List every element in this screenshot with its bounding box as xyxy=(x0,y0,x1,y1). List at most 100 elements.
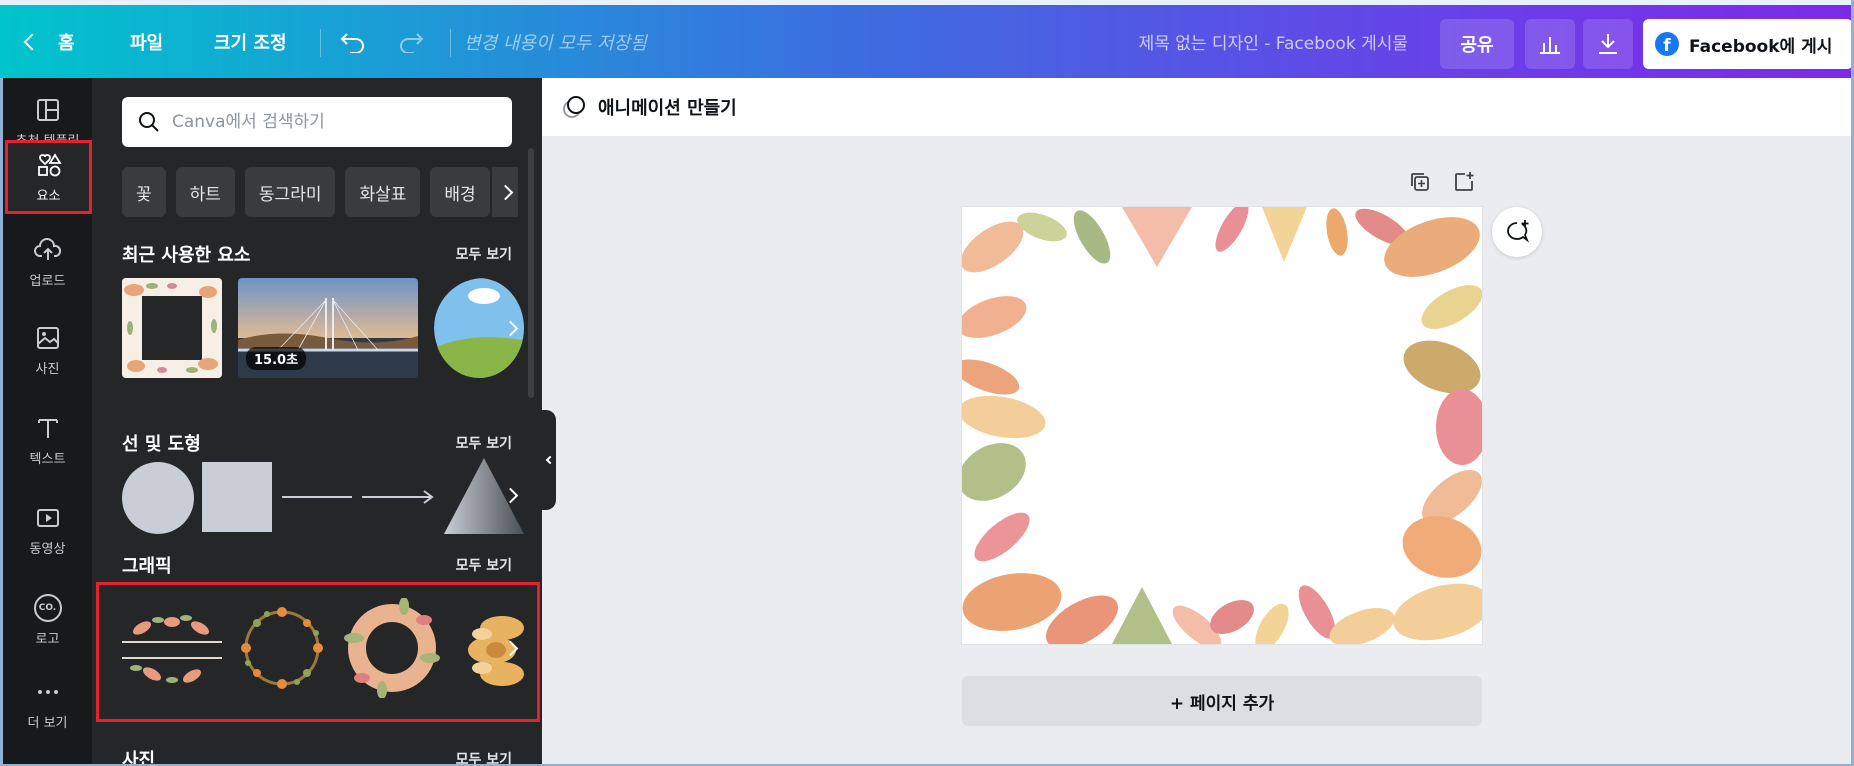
wreath-graphic xyxy=(241,607,323,689)
shapes-next-button[interactable] xyxy=(496,481,524,509)
duplicate-icon xyxy=(1411,173,1429,191)
shape-square[interactable] xyxy=(202,462,272,532)
collapse-panel-button[interactable] xyxy=(542,410,556,510)
rail-item-uploads[interactable]: 업로드 xyxy=(3,218,92,306)
chevron-left-icon xyxy=(545,455,555,465)
see-all-recent-link[interactable]: 모두 보기 xyxy=(456,244,512,264)
top-bar: 홈 파일 크기 조정 변경 내용이 모두 저장됨 제목 없는 디자인 - Fac… xyxy=(0,0,1854,78)
undo-button[interactable] xyxy=(340,5,366,78)
rail-item-more[interactable]: 더 보기 xyxy=(3,678,92,766)
section-title-recent: 최근 사용한 요소 xyxy=(122,245,251,266)
video-duration-badge: 15.0초 xyxy=(246,347,307,370)
resize-label: 크기 조정 xyxy=(214,32,287,54)
undo-icon xyxy=(340,32,364,53)
search-icon xyxy=(139,112,159,132)
chevron-right-icon xyxy=(502,640,518,656)
recent-video-thumbnail[interactable]: 15.0초 xyxy=(238,278,418,378)
redo-button[interactable] xyxy=(398,5,424,78)
graphics-next-button[interactable] xyxy=(496,634,524,662)
keyword-chips: 꽃 하트 동그라미 화살표 배경 나 xyxy=(122,167,512,217)
publish-facebook-button[interactable]: f Facebook에 게시 xyxy=(1643,19,1853,69)
chip[interactable]: 화살표 xyxy=(345,167,421,217)
leaf-frame-image xyxy=(122,278,222,378)
share-label: 공유 xyxy=(1460,35,1494,56)
file-menu-button[interactable]: 파일 xyxy=(130,5,163,78)
add-comment-button[interactable] xyxy=(1492,207,1542,257)
chevron-left-icon xyxy=(23,33,41,50)
search-box[interactable] xyxy=(122,97,512,147)
rail-item-elements[interactable]: 요소 xyxy=(5,140,92,214)
divider xyxy=(450,29,451,57)
rail-item-text[interactable]: 텍스트 xyxy=(3,396,92,484)
rail-label: 로고 xyxy=(35,631,60,647)
arrow-line-graphic xyxy=(362,490,434,504)
publish-label: Facebook에 게시 xyxy=(1689,36,1833,57)
template-icon xyxy=(36,98,59,121)
divider xyxy=(320,29,321,57)
rail-label: 더 보기 xyxy=(27,716,68,731)
chevron-right-icon xyxy=(492,178,518,206)
home-label: 홈 xyxy=(58,32,75,54)
redo-icon xyxy=(400,32,424,53)
rail-item-logos[interactable]: CO. 로고 xyxy=(3,576,92,664)
graphic-leaf-banner[interactable] xyxy=(122,598,222,698)
recent-frame-thumbnail[interactable] xyxy=(122,278,222,378)
file-label: 파일 xyxy=(130,32,164,54)
rail-item-photos[interactable]: 사진 xyxy=(3,306,92,394)
download-button[interactable] xyxy=(1583,19,1633,69)
animate-icon xyxy=(563,96,585,118)
share-button[interactable]: 공유 xyxy=(1440,19,1514,69)
add-page-button[interactable]: + 페이지 추가 xyxy=(962,676,1482,726)
rail-label: 동영상 xyxy=(29,541,66,557)
shape-arrow-line[interactable] xyxy=(362,486,434,508)
chevron-right-icon xyxy=(502,320,518,336)
chip[interactable]: 동그라미 xyxy=(244,167,336,217)
animate-toolbar: 애니메이션 만들기 xyxy=(542,78,1854,136)
section-title-photos: 사진 xyxy=(122,750,156,766)
elements-panel: 꽃 하트 동그라미 화살표 배경 나 최근 사용한 요소 모두 보기 1 xyxy=(92,78,542,766)
see-all-graphics-link[interactable]: 모두 보기 xyxy=(456,555,512,575)
side-rail: 추천 템플릿 요소 업로드 사진 텍스트 동영상 CO. 로고 더 보기 xyxy=(0,78,92,766)
chips-next-button[interactable] xyxy=(492,167,518,217)
more-icon xyxy=(37,690,58,694)
chevron-right-icon xyxy=(502,487,518,503)
section-title-graphics: 그래픽 xyxy=(122,556,172,577)
chip[interactable]: 꽃 xyxy=(122,167,166,217)
save-status: 변경 내용이 모두 저장됨 xyxy=(464,32,647,54)
text-icon xyxy=(37,418,58,438)
add-page-icon xyxy=(1455,172,1474,191)
line-graphic xyxy=(282,496,352,498)
search-input[interactable] xyxy=(172,112,492,132)
chip[interactable]: 하트 xyxy=(175,167,235,217)
logo-icon: CO. xyxy=(33,593,62,622)
recent-next-button[interactable] xyxy=(496,314,524,342)
animate-button[interactable]: 애니메이션 만들기 xyxy=(598,94,737,120)
rail-label: 텍스트 xyxy=(29,451,66,467)
comment-add-icon xyxy=(1507,220,1530,243)
download-icon xyxy=(1599,34,1617,54)
leaf-circle-frame-graphic xyxy=(344,598,440,698)
graphic-leaf-circle-frame[interactable] xyxy=(342,598,442,698)
insights-button[interactable] xyxy=(1525,19,1575,69)
add-page-top-button[interactable] xyxy=(1452,170,1476,194)
leaf-frame-design xyxy=(962,207,1482,644)
design-canvas[interactable] xyxy=(962,207,1482,644)
shape-line[interactable] xyxy=(282,486,352,508)
section-title-shapes: 선 및 도형 xyxy=(122,434,201,455)
shape-circle[interactable] xyxy=(122,462,194,534)
panel-scrollbar[interactable] xyxy=(528,148,534,398)
rail-label: 사진 xyxy=(35,361,60,377)
graphic-autumn-wreath[interactable] xyxy=(232,598,332,698)
home-button[interactable]: 홈 xyxy=(23,5,75,78)
chip[interactable]: 배경 xyxy=(430,167,490,217)
leaf-banner-graphic xyxy=(122,615,222,683)
see-all-shapes-link[interactable]: 모두 보기 xyxy=(456,433,512,453)
image-icon xyxy=(36,326,59,349)
rail-item-videos[interactable]: 동영상 xyxy=(3,486,92,574)
document-title[interactable]: 제목 없는 디자인 - Facebook 게시물 xyxy=(1100,5,1408,78)
duplicate-page-button[interactable] xyxy=(1408,170,1432,194)
page-tools xyxy=(1408,170,1476,194)
rail-label: 요소 xyxy=(36,188,61,204)
rail-label: 업로드 xyxy=(29,273,66,289)
resize-button[interactable]: 크기 조정 xyxy=(214,5,287,78)
